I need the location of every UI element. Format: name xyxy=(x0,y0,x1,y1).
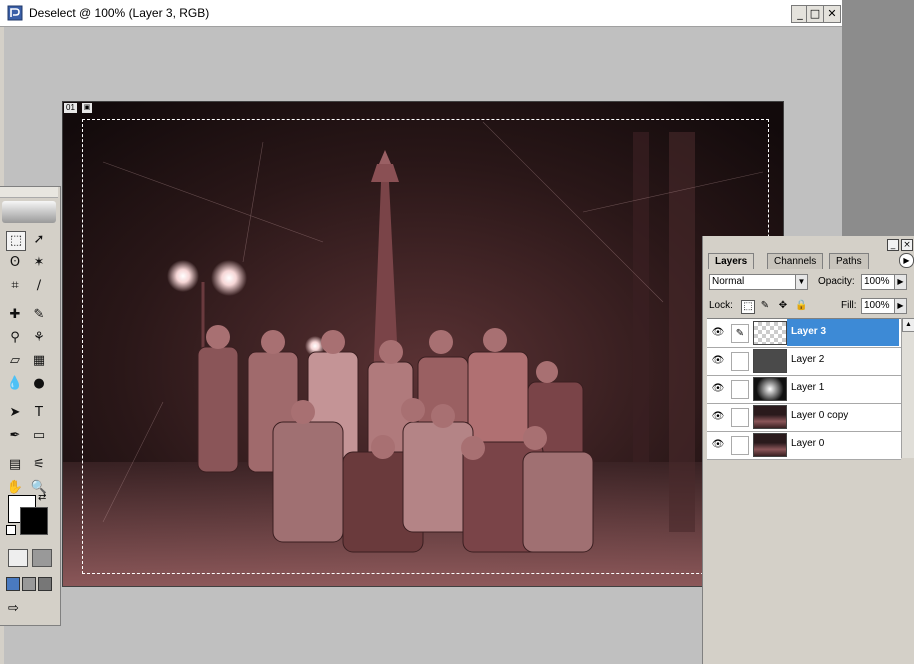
layer-thumbnail[interactable] xyxy=(753,433,787,457)
opacity-input[interactable]: 100% xyxy=(861,274,895,290)
jump-to-imageready-icon[interactable]: ⇨ xyxy=(8,601,19,616)
toolbox-panel: ⇄ ⇨ ⬚ ➚ ʘ ✶ ⌗ ∕ ✚ ✎ ⚲ ⚘ ▱ ▦ 💧 ● ➤ T ✒ ▭ ▤ ⚟ ✋ 🔍 xyxy=(0,186,61,626)
shape-icon[interactable]: ▭ xyxy=(30,427,48,445)
layer-row[interactable]: 👁 Layer 0 copy xyxy=(707,403,901,432)
eye-icon[interactable]: 👁 xyxy=(711,438,725,452)
lock-position-icon[interactable]: ✥ xyxy=(777,300,789,312)
opacity-slider-arrow-icon[interactable]: ▶ xyxy=(894,274,907,290)
path-selection-icon[interactable]: ➤ xyxy=(6,404,24,422)
desktop-background xyxy=(842,0,914,240)
layer-name: Layer 2 xyxy=(791,354,825,365)
layer-thumbnail[interactable] xyxy=(753,321,787,345)
eye-icon[interactable]: 👁 xyxy=(711,382,725,396)
opacity-label: Opacity: xyxy=(818,276,855,287)
layer-row[interactable]: 👁 Layer 2 xyxy=(707,347,901,376)
chevron-down-icon[interactable]: ▼ xyxy=(795,274,808,290)
canvas-options-icon[interactable]: ▣ xyxy=(82,103,92,113)
slice-icon[interactable]: ∕ xyxy=(30,277,48,295)
hand-icon[interactable]: ✋ xyxy=(6,479,24,497)
standard-mode-icon[interactable] xyxy=(8,549,28,567)
clone-stamp-icon[interactable]: ⚲ xyxy=(6,329,24,347)
layers-palette: _ × Layers Channels Paths ▶ Normal ▼ Opa… xyxy=(702,236,914,664)
layer-row[interactable]: 👁 Layer 1 xyxy=(707,375,901,404)
fill-slider-arrow-icon[interactable]: ▶ xyxy=(894,298,907,314)
layer-row[interactable]: 👁 ✎ Layer 3 xyxy=(707,319,901,348)
blend-mode-value: Normal xyxy=(712,276,745,287)
eyedropper-icon[interactable]: ⚟ xyxy=(30,456,48,474)
layer-name: Layer 3 xyxy=(791,326,827,337)
gradient-icon[interactable]: ▦ xyxy=(30,352,48,370)
palette-header[interactable] xyxy=(703,236,914,250)
history-brush-icon[interactable]: ⚘ xyxy=(30,329,48,347)
layer-name: Layer 1 xyxy=(791,382,825,393)
palette-minimize-button[interactable]: _ xyxy=(887,239,899,251)
standard-screen-icon[interactable] xyxy=(6,577,20,591)
zoom-icon[interactable]: 🔍 xyxy=(30,479,48,497)
palette-close-button[interactable]: × xyxy=(901,239,913,251)
move-icon[interactable]: ➚ xyxy=(30,231,48,249)
canvas-tag-label: 01 xyxy=(64,103,77,113)
link-box[interactable] xyxy=(731,380,749,399)
magic-wand-icon[interactable]: ✶ xyxy=(30,254,48,272)
rectangular-marquee-icon[interactable]: ⬚ xyxy=(6,231,26,251)
maximize-button[interactable]: □ xyxy=(806,5,824,23)
window-title: Deselect @ 100% (Layer 3, RGB) xyxy=(29,6,210,20)
paintbrush-icon[interactable]: ✎ xyxy=(731,324,749,343)
link-box[interactable] xyxy=(731,352,749,371)
close-button[interactable]: ✕ xyxy=(823,5,841,23)
title-bar[interactable]: Deselect @ 100% (Layer 3, RGB) _ □ ✕ xyxy=(0,0,842,27)
full-screen-icon[interactable] xyxy=(38,577,52,591)
type-icon[interactable]: T xyxy=(30,404,48,422)
pen-icon[interactable]: ✒ xyxy=(6,427,24,445)
full-screen-menu-icon[interactable] xyxy=(22,577,36,591)
layer-list: 👁 ✎ Layer 3 👁 Layer 2 👁 Layer 1 👁 Layer 0 copy 👁 L… xyxy=(707,318,901,460)
blend-mode-select[interactable]: Normal xyxy=(709,274,803,290)
fill-input[interactable]: 100% xyxy=(861,298,895,314)
layer-name: Layer 0 copy xyxy=(791,410,849,421)
tab-paths[interactable]: Paths xyxy=(829,253,869,269)
notes-icon[interactable]: ▤ xyxy=(6,456,24,474)
blur-icon[interactable]: 💧 xyxy=(6,375,24,393)
photoshop-app-icon xyxy=(7,5,23,21)
eraser-icon[interactable]: ▱ xyxy=(6,352,24,370)
lock-image-icon[interactable]: ✎ xyxy=(759,300,771,312)
healing-brush-icon[interactable]: ✚ xyxy=(6,306,24,324)
scroll-up-icon[interactable]: ▲ xyxy=(902,318,914,332)
dodge-icon[interactable]: ● xyxy=(30,375,48,393)
eye-icon[interactable]: 👁 xyxy=(711,410,725,424)
link-box[interactable] xyxy=(731,436,749,455)
default-colors-icon[interactable] xyxy=(6,525,16,535)
quick-mask-icon[interactable] xyxy=(32,549,52,567)
adobe-online-logo[interactable] xyxy=(2,201,56,223)
lock-label: Lock: xyxy=(709,300,733,311)
lock-all-icon[interactable]: 🔒 xyxy=(795,300,807,312)
tab-layers[interactable]: Layers xyxy=(708,253,755,269)
brush-icon[interactable]: ✎ xyxy=(30,306,48,324)
layer-name: Layer 0 xyxy=(791,438,825,449)
layer-list-scrollbar[interactable]: ▲ xyxy=(901,318,914,458)
background-color-swatch[interactable] xyxy=(20,507,48,535)
lock-transparency-icon[interactable]: ⬚ xyxy=(741,300,755,314)
tab-channels[interactable]: Channels xyxy=(767,253,824,269)
layer-thumbnail[interactable] xyxy=(753,405,787,429)
crop-icon[interactable]: ⌗ xyxy=(6,277,24,295)
eye-icon[interactable]: 👁 xyxy=(711,354,725,368)
layer-thumbnail[interactable] xyxy=(753,349,787,373)
selection-marquee xyxy=(82,119,769,574)
layer-row[interactable]: 👁 Layer 0 xyxy=(707,431,901,460)
link-box[interactable] xyxy=(731,408,749,427)
eye-icon[interactable]: 👁 xyxy=(711,326,725,340)
lasso-icon[interactable]: ʘ xyxy=(6,254,24,272)
fill-label: Fill: xyxy=(841,300,857,311)
palette-menu-icon[interactable]: ▶ xyxy=(899,253,914,268)
toolbox-header[interactable] xyxy=(0,187,58,198)
layer-thumbnail[interactable] xyxy=(753,377,787,401)
